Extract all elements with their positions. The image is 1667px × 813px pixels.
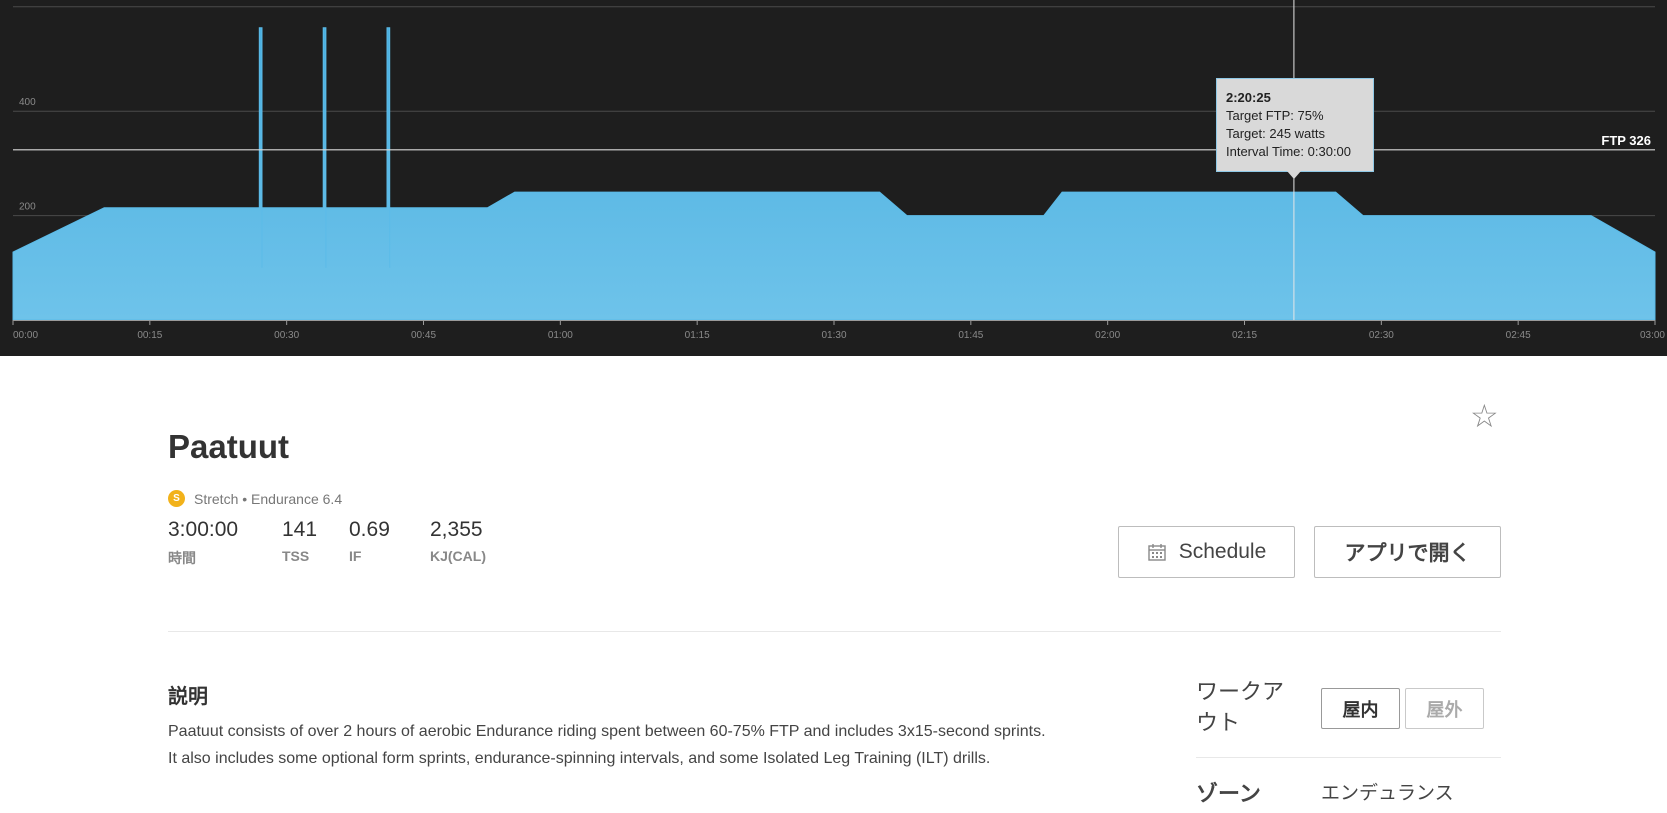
stat-tss-value: 141 <box>282 518 318 541</box>
stat-tss: 141 TSS <box>282 518 317 564</box>
workout-meta: S Stretch • Endurance 6.4 <box>168 490 342 507</box>
x-tick-label: 02:30 <box>1369 330 1394 341</box>
zone-value: エンデュランス <box>1321 783 1454 804</box>
zone-label: ゾーン <box>1196 781 1261 806</box>
section-divider <box>168 631 1501 632</box>
sidebar-divider <box>1196 757 1501 758</box>
chart-svg[interactable]: FTP 326 400 200 00:00 00:15 00:30 00:45 01:00 0… <box>0 0 1667 356</box>
tooltip-target-ftp: Target FTP: 75% <box>1226 108 1324 123</box>
tooltip-pointer <box>1287 171 1301 179</box>
stat-tss-label: TSS <box>282 548 310 564</box>
tooltip-interval-time: Interval Time: 0:30:00 <box>1226 144 1352 159</box>
stretch-badge-icon: S <box>168 490 185 507</box>
ftp-label: FTP 326 <box>1601 133 1651 148</box>
x-tick-label: 02:45 <box>1506 330 1531 341</box>
favorite-star-icon[interactable]: ☆ <box>1470 400 1499 432</box>
stat-duration-label: 時間 <box>168 550 196 566</box>
power-area-series[interactable] <box>12 27 1656 321</box>
stat-duration: 3:00:00 時間 <box>168 518 238 568</box>
workout-power-chart[interactable]: FTP 326 400 200 00:00 00:15 00:30 00:45 01:00 0… <box>0 0 1667 356</box>
workout-meta-text: Stretch • Endurance 6.4 <box>194 490 343 507</box>
x-tick-label: 00:30 <box>274 330 299 341</box>
x-tick-label: 01:00 <box>548 330 573 341</box>
x-tick-label: 00:00 <box>13 330 38 341</box>
x-tick-label: 02:15 <box>1232 330 1257 341</box>
description-text: Paatuut consists of over 2 hours of aero… <box>168 723 1046 767</box>
stat-if-label: IF <box>349 548 362 564</box>
x-tick-label: 01:30 <box>821 330 846 341</box>
stat-if-value: 0.69 <box>349 518 390 541</box>
x-tick-label: 01:15 <box>685 330 710 341</box>
y-tick-label: 200 <box>19 202 36 213</box>
chart-tooltip: 2:20:25 Target FTP: 75% Target: 245 watt… <box>1216 78 1374 172</box>
tooltip-time: 2:20:25 <box>1226 90 1271 105</box>
tooltip-target-watts: Target: 245 watts <box>1226 126 1325 141</box>
x-tick-label: 03:00 <box>1640 330 1665 341</box>
calendar-icon <box>1148 544 1166 561</box>
schedule-button[interactable]: Schedule <box>1118 526 1295 578</box>
stat-duration-value: 3:00:00 <box>168 518 239 541</box>
workout-title: Paatuut <box>168 428 290 465</box>
x-tick-label: 00:15 <box>137 330 162 341</box>
outdoor-toggle[interactable]: 屋外 <box>1405 688 1484 729</box>
x-tick-label: 02:00 <box>1095 330 1120 341</box>
y-tick-label: 400 <box>19 97 36 108</box>
x-tick-label: 00:45 <box>411 330 436 341</box>
schedule-label: Schedule <box>1178 540 1267 563</box>
stat-if: 0.69 IF <box>349 518 390 564</box>
indoor-toggle[interactable]: 屋内 <box>1321 688 1400 729</box>
description-heading: 説明 <box>168 686 208 708</box>
workout-type-label: ワークアウト <box>1196 679 1285 735</box>
stat-kj-label: KJ(CAL) <box>430 548 486 564</box>
x-tick-label: 01:45 <box>958 330 983 341</box>
stat-kj-value: 2,355 <box>430 518 483 541</box>
stat-kj: 2,355 KJ(CAL) <box>430 518 486 564</box>
open-in-app-button[interactable]: アプリで開く <box>1314 526 1501 578</box>
